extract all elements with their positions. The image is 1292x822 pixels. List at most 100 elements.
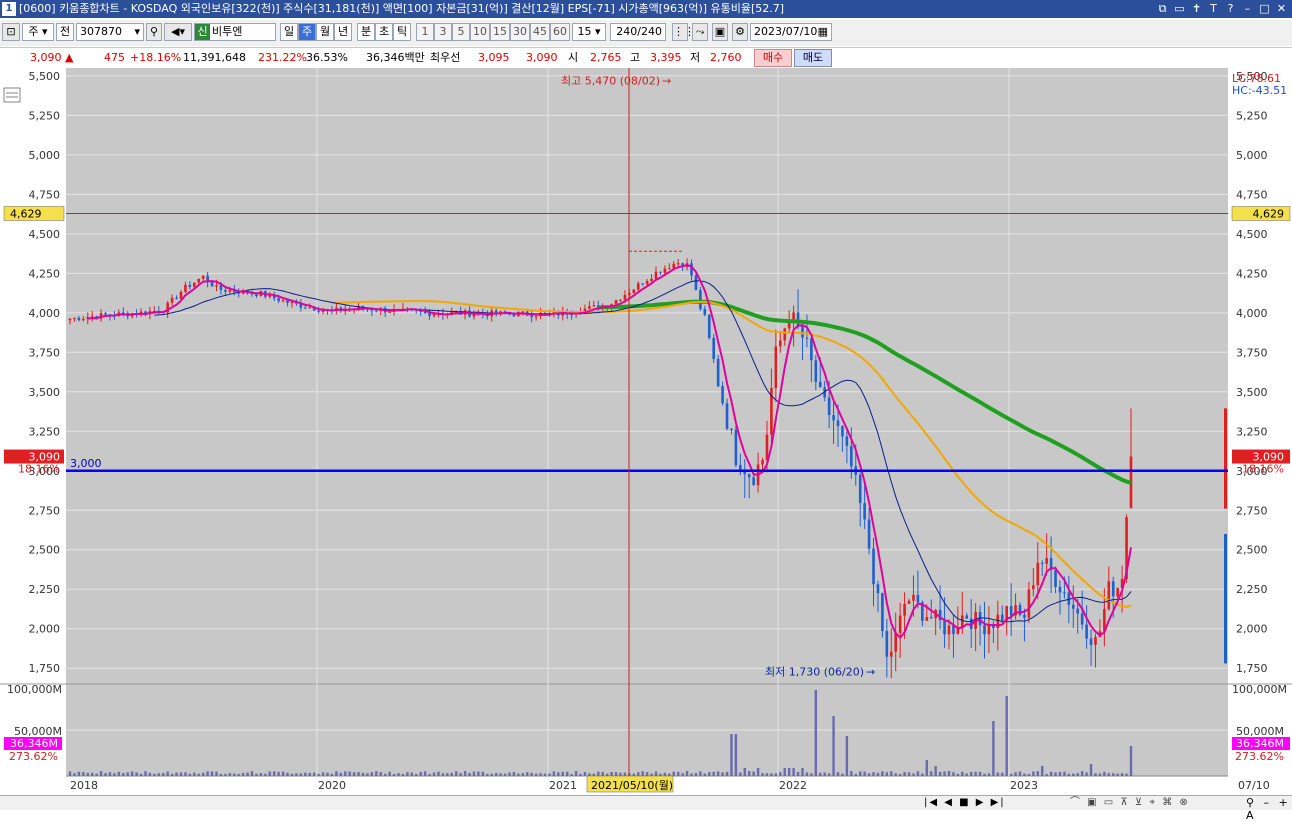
right-volume-tick-2: 50,000M bbox=[1236, 725, 1284, 738]
period-year[interactable]: 년 bbox=[334, 23, 352, 41]
price-chart[interactable]: 5,500 5,250 5,000 4,750 4,500 4,250 4,000 3,750… bbox=[0, 68, 1292, 795]
calendar-icon[interactable]: ▦ bbox=[818, 24, 828, 40]
interval-45[interactable]: 45 bbox=[530, 23, 550, 41]
open-price: 2,765 bbox=[590, 51, 622, 64]
sell-button[interactable]: 매도 bbox=[794, 49, 832, 67]
interval-60[interactable]: 60 bbox=[550, 23, 570, 41]
interval-5[interactable]: 5 bbox=[452, 23, 470, 41]
period-month[interactable]: 월 bbox=[316, 23, 334, 41]
buy-button[interactable]: 매수 bbox=[754, 49, 792, 67]
interval-15[interactable]: 15 bbox=[490, 23, 510, 41]
stock-code-input[interactable]: 307870 ▾ bbox=[76, 23, 144, 41]
volume-bar bbox=[836, 772, 840, 776]
candle-down bbox=[530, 315, 533, 318]
new-badge: 신 bbox=[195, 24, 210, 40]
interval-1[interactable]: 1 bbox=[416, 23, 434, 41]
volume-bar bbox=[534, 773, 538, 776]
candle-down bbox=[716, 358, 720, 387]
price-tick-right: 2,250 bbox=[1236, 583, 1268, 596]
volume-bar bbox=[983, 773, 986, 776]
min-arrow-icon: → bbox=[866, 665, 875, 678]
volume-bar bbox=[734, 734, 738, 776]
gear-icon[interactable]: ⚙ bbox=[732, 23, 748, 41]
volume-bar bbox=[898, 773, 902, 776]
pin-icon[interactable]: ✝ bbox=[1188, 0, 1205, 18]
volume-bar bbox=[90, 772, 94, 776]
interval-3[interactable]: 3 bbox=[434, 23, 452, 41]
volume-bar bbox=[486, 773, 489, 776]
market-select[interactable]: 전 bbox=[56, 23, 74, 41]
stock-name-field[interactable]: 신 비투엔 bbox=[194, 23, 276, 41]
period-tick[interactable]: 틱 bbox=[393, 23, 411, 41]
maximize-icon[interactable]: □ bbox=[1256, 0, 1273, 18]
volume-bar bbox=[1089, 764, 1093, 776]
volume-bar bbox=[415, 773, 418, 776]
help-icon[interactable]: ? bbox=[1222, 0, 1239, 18]
volume: 11,391,648 bbox=[183, 51, 246, 64]
restore-icon[interactable]: ⧉ bbox=[1154, 0, 1171, 18]
volume-bar bbox=[832, 716, 835, 776]
chart-area[interactable]: 5,500 5,250 5,000 4,750 4,500 4,250 4,000 3,750… bbox=[0, 68, 1292, 809]
interval-10[interactable]: 10 bbox=[470, 23, 490, 41]
drawing-tools[interactable]: ⌒ ▣ ▭ ⊼ ⊻ ⌖ ⌘ ⊗ bbox=[1070, 796, 1190, 809]
dropdown-arrow-icon[interactable]: ▾ bbox=[134, 24, 140, 40]
volume-bar bbox=[1098, 773, 1102, 776]
candle-up bbox=[778, 340, 782, 347]
volume-bar bbox=[876, 772, 880, 776]
minimize-icon[interactable]: – bbox=[1239, 0, 1256, 18]
text-icon[interactable]: T bbox=[1205, 0, 1222, 18]
trend-icon[interactable]: ⤳ bbox=[692, 23, 708, 41]
close-icon[interactable]: ✕ bbox=[1273, 0, 1290, 18]
price-plot-background[interactable] bbox=[66, 68, 1228, 684]
volume-bar bbox=[130, 771, 134, 776]
volume-bar bbox=[801, 768, 804, 776]
search-icon[interactable]: ⚲ bbox=[146, 23, 162, 41]
candle-up bbox=[432, 314, 436, 316]
price-tick-left: 4,500 bbox=[29, 228, 61, 241]
candle-down bbox=[104, 313, 107, 315]
low-label: 저 bbox=[690, 51, 701, 64]
left-volume-pct: 273.62% bbox=[9, 750, 58, 763]
period-minute[interactable]: 분 bbox=[357, 23, 375, 41]
scroll-controls[interactable]: |◀ ◀ ■ ▶ ▶| bbox=[924, 796, 1006, 809]
volume-bar bbox=[357, 772, 360, 776]
count-input[interactable]: 240/240 bbox=[610, 23, 666, 41]
volume-bar bbox=[956, 773, 960, 776]
layout-icon[interactable]: ▭ bbox=[1171, 0, 1188, 18]
type-select[interactable]: 주 ▾ bbox=[22, 23, 54, 41]
candle-down bbox=[703, 308, 707, 315]
period-week[interactable]: 주 bbox=[298, 23, 316, 41]
candle-up bbox=[1045, 558, 1048, 564]
volume-bar bbox=[383, 773, 387, 776]
interval-30[interactable]: 30 bbox=[510, 23, 530, 41]
volume-bar bbox=[397, 773, 400, 776]
speaker-icon[interactable]: ◀▾ bbox=[164, 23, 192, 41]
save-icon[interactable]: ▣ bbox=[712, 23, 728, 41]
candle-down bbox=[885, 631, 889, 657]
volume-bar bbox=[1005, 696, 1008, 776]
volume-bar bbox=[987, 773, 991, 776]
period-day[interactable]: 일 bbox=[280, 23, 298, 41]
volume-bar bbox=[1129, 746, 1133, 776]
interval-select[interactable]: 15 ▾ bbox=[572, 23, 606, 41]
volume-bar bbox=[645, 772, 649, 776]
volume-bar bbox=[317, 773, 320, 776]
zoom-controls[interactable]: ⚲ – + A bbox=[1246, 796, 1292, 822]
volume-bar bbox=[99, 771, 103, 776]
volume-bar bbox=[113, 773, 116, 776]
volume-bar bbox=[819, 772, 822, 776]
volume-bar bbox=[725, 771, 729, 776]
volume-bar bbox=[1080, 771, 1084, 776]
volume-bar bbox=[792, 768, 795, 776]
volume-bar bbox=[783, 768, 786, 776]
date-input[interactable]: 2023/07/10 ▦ bbox=[750, 23, 832, 41]
volume-bar bbox=[1018, 771, 1022, 776]
volume-bar bbox=[1125, 773, 1128, 776]
chart-menu-icon[interactable]: ⊡ bbox=[2, 23, 20, 41]
move-icon[interactable]: ⋮⋮ bbox=[672, 23, 695, 41]
price-tick-left: 2,000 bbox=[29, 623, 61, 636]
table-icon[interactable] bbox=[3, 87, 21, 103]
period-second[interactable]: 초 bbox=[375, 23, 393, 41]
volume-bar bbox=[583, 772, 587, 776]
volume-bar bbox=[268, 771, 271, 776]
